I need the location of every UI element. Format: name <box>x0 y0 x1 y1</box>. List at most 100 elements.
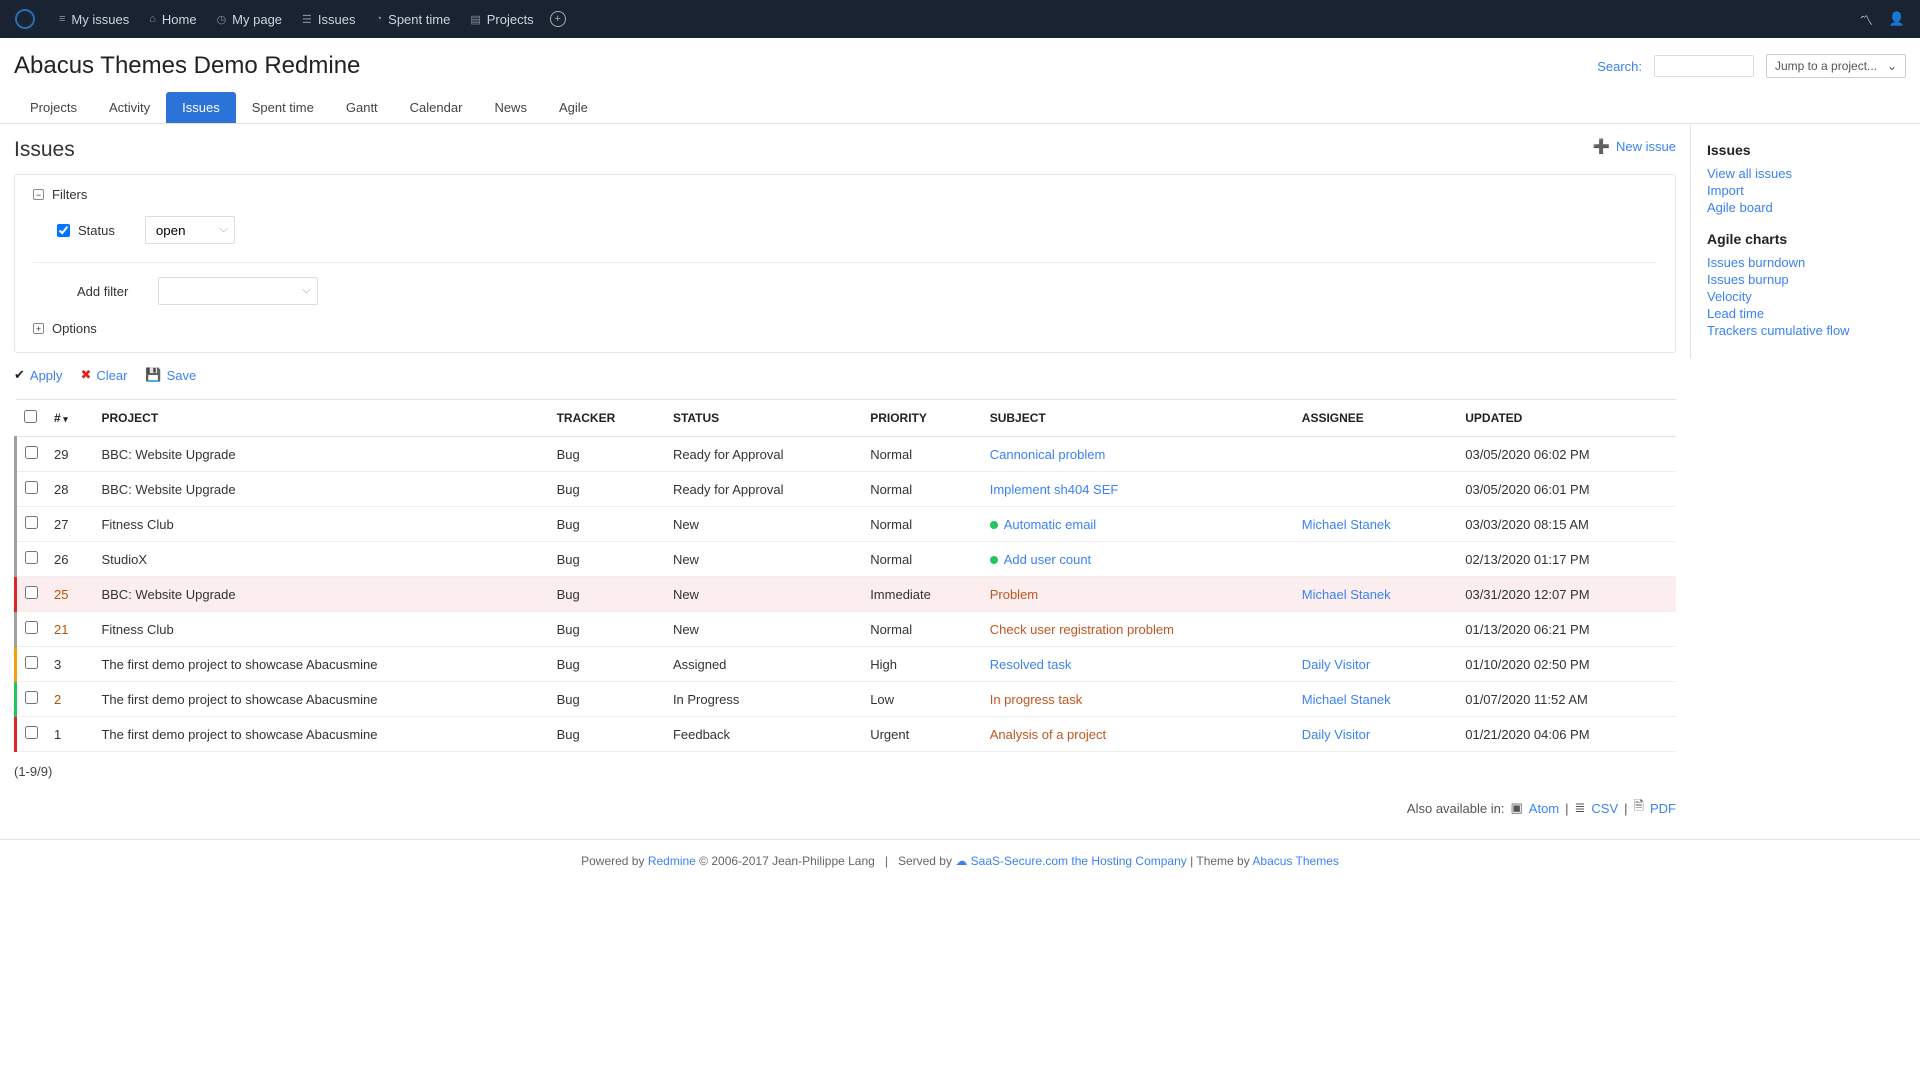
apply-button[interactable]: ✔Apply <box>14 367 62 383</box>
col-tracker[interactable]: TRACKER <box>549 400 665 437</box>
cell-subject[interactable]: Analysis of a project <box>982 717 1294 752</box>
table-row[interactable]: 2The first demo project to showcase Abac… <box>16 682 1677 717</box>
cell-assignee[interactable] <box>1294 542 1457 577</box>
project-jump-select[interactable]: Jump to a project... ⌄ <box>1766 54 1906 78</box>
tab-calendar[interactable]: Calendar <box>394 92 479 123</box>
col-subject[interactable]: SUBJECT <box>982 400 1294 437</box>
save-button[interactable]: 💾Save <box>145 367 196 383</box>
filters-toggle[interactable]: − Filters <box>33 187 1657 202</box>
row-checkbox[interactable] <box>25 551 38 564</box>
options-toggle[interactable]: + Options <box>33 321 1657 336</box>
topnav-home[interactable]: ⌂Home <box>139 12 206 27</box>
cell-subject[interactable]: Problem <box>982 577 1294 612</box>
row-checkbox[interactable] <box>25 621 38 634</box>
cell-assignee[interactable]: Michael Stanek <box>1294 577 1457 612</box>
row-checkbox[interactable] <box>25 691 38 704</box>
col-priority[interactable]: PRIORITY <box>862 400 982 437</box>
search-label[interactable]: Search: <box>1597 59 1642 74</box>
cell-id[interactable]: 2 <box>46 682 93 717</box>
cell-id[interactable]: 26 <box>46 542 93 577</box>
cell-subject[interactable]: In progress task <box>982 682 1294 717</box>
footer-saas-link[interactable]: SaaS-Secure.com the Hosting Company <box>971 854 1187 868</box>
cell-assignee[interactable]: Michael Stanek <box>1294 682 1457 717</box>
table-row[interactable]: 3The first demo project to showcase Abac… <box>16 647 1677 682</box>
atom-link[interactable]: Atom <box>1529 801 1559 816</box>
user-icon[interactable]: 👤 <box>1889 11 1905 27</box>
cell-subject[interactable]: Automatic email <box>982 507 1294 542</box>
cell-subject[interactable]: Check user registration problem <box>982 612 1294 647</box>
col-assignee[interactable]: ASSIGNEE <box>1294 400 1457 437</box>
csv-link[interactable]: CSV <box>1591 801 1618 816</box>
row-checkbox[interactable] <box>25 446 38 459</box>
app-logo-icon[interactable] <box>15 9 35 29</box>
new-plus-icon[interactable]: + <box>550 11 566 27</box>
cell-id[interactable]: 21 <box>46 612 93 647</box>
topnav-projects[interactable]: ▤Projects <box>460 12 543 27</box>
sidebar-burnup[interactable]: Issues burnup <box>1707 272 1904 287</box>
cell-assignee[interactable] <box>1294 437 1457 472</box>
col-updated[interactable]: UPDATED <box>1457 400 1676 437</box>
sidebar-lead[interactable]: Lead time <box>1707 306 1904 321</box>
cell-assignee[interactable]: Michael Stanek <box>1294 507 1457 542</box>
add-filter-select[interactable] <box>158 277 318 305</box>
cell-id[interactable]: 25 <box>46 577 93 612</box>
sidebar-import[interactable]: Import <box>1707 183 1904 198</box>
topnav-my-page[interactable]: ◷My page <box>207 12 292 27</box>
cell-subject[interactable]: Cannonical problem <box>982 437 1294 472</box>
topnav-issues[interactable]: ☰Issues <box>292 12 365 27</box>
cell-subject[interactable]: Resolved task <box>982 647 1294 682</box>
tab-gantt[interactable]: Gantt <box>330 92 394 123</box>
table-row[interactable]: 1The first demo project to showcase Abac… <box>16 717 1677 752</box>
cell-assignee[interactable] <box>1294 472 1457 507</box>
col-id[interactable]: # <box>46 400 93 437</box>
row-checkbox[interactable] <box>25 726 38 739</box>
cell-id[interactable]: 29 <box>46 437 93 472</box>
tab-news[interactable]: News <box>478 92 543 123</box>
row-checkbox[interactable] <box>25 586 38 599</box>
cell-assignee[interactable]: Daily Visitor <box>1294 717 1457 752</box>
cell-id[interactable]: 1 <box>46 717 93 752</box>
cell-id[interactable]: 28 <box>46 472 93 507</box>
cell-assignee[interactable]: Daily Visitor <box>1294 647 1457 682</box>
new-issue-button[interactable]: ➕ New issue <box>1593 138 1676 155</box>
tab-agile[interactable]: Agile <box>543 92 604 123</box>
cell-id[interactable]: 3 <box>46 647 93 682</box>
cell-assignee[interactable] <box>1294 612 1457 647</box>
topnav-my-issues[interactable]: ≡My issues <box>49 12 139 27</box>
status-filter-checkbox[interactable] <box>57 224 70 237</box>
pdf-link[interactable]: PDF <box>1650 801 1676 816</box>
col-status[interactable]: STATUS <box>665 400 862 437</box>
row-checkbox[interactable] <box>25 516 38 529</box>
table-row[interactable]: 28BBC: Website UpgradeBugReady for Appro… <box>16 472 1677 507</box>
tab-issues[interactable]: Issues <box>166 92 236 123</box>
sidebar-burndown[interactable]: Issues burndown <box>1707 255 1904 270</box>
clear-button[interactable]: ✖Clear <box>80 367 127 383</box>
tab-activity[interactable]: Activity <box>93 92 166 123</box>
status-filter-select[interactable]: open <box>145 216 235 244</box>
sidebar-agile-board[interactable]: Agile board <box>1707 200 1904 215</box>
footer-abacus-link[interactable]: Abacus Themes <box>1252 854 1339 868</box>
search-input[interactable] <box>1654 55 1754 77</box>
cell-updated: 03/05/2020 06:02 PM <box>1457 437 1676 472</box>
sidebar-view-all[interactable]: View all issues <box>1707 166 1904 181</box>
stats-icon[interactable]: 〽 <box>1860 10 1873 29</box>
row-checkbox[interactable] <box>25 481 38 494</box>
cell-subject[interactable]: Implement sh404 SEF <box>982 472 1294 507</box>
table-row[interactable]: 26StudioXBugNewNormalAdd user count02/13… <box>16 542 1677 577</box>
tab-spent-time[interactable]: Spent time <box>236 92 330 123</box>
table-row[interactable]: 25BBC: Website UpgradeBugNewImmediatePro… <box>16 577 1677 612</box>
tab-projects[interactable]: Projects <box>14 92 93 123</box>
footer-redmine-link[interactable]: Redmine <box>648 854 696 868</box>
topnav-spent-time[interactable]: ◔Spent time <box>366 12 461 27</box>
select-all-checkbox[interactable] <box>24 410 37 423</box>
sidebar-trackers[interactable]: Trackers cumulative flow <box>1707 323 1904 338</box>
table-row[interactable]: 21Fitness ClubBugNewNormalCheck user reg… <box>16 612 1677 647</box>
col-project[interactable]: PROJECT <box>93 400 548 437</box>
cell-id[interactable]: 27 <box>46 507 93 542</box>
table-row[interactable]: 27Fitness ClubBugNewNormalAutomatic emai… <box>16 507 1677 542</box>
row-checkbox[interactable] <box>25 656 38 669</box>
cell-updated: 03/03/2020 08:15 AM <box>1457 507 1676 542</box>
cell-subject[interactable]: Add user count <box>982 542 1294 577</box>
table-row[interactable]: 29BBC: Website UpgradeBugReady for Appro… <box>16 437 1677 472</box>
sidebar-velocity[interactable]: Velocity <box>1707 289 1904 304</box>
